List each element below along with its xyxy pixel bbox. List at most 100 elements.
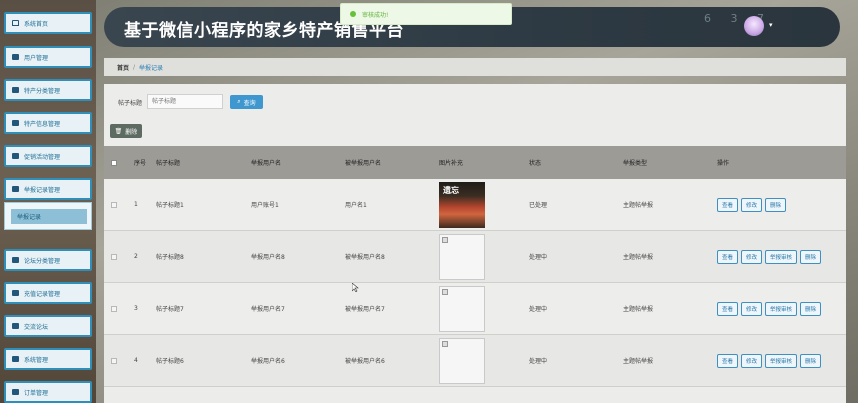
- box-icon: [12, 120, 19, 126]
- trash-icon: 🗑: [114, 127, 123, 135]
- table-body: 1 帖子标题1 用户账号1 用户名1 遗忘 已处理 主题帖举报 查看 修改 删除 2 帖子标题8 举报用…: [104, 179, 846, 387]
- col-header: 操作: [717, 160, 730, 167]
- col-header: 序号: [134, 160, 147, 167]
- row-reporter: 举报用户名8: [251, 254, 285, 261]
- sidebar-item-label: 特产分类管理: [24, 87, 61, 95]
- broken-image[interactable]: [439, 285, 485, 332]
- report-table: 序号 帖子标题 举报用户名 被举报用户名 图片补充 状态 举报类型 操作 1 帖子…: [104, 146, 846, 387]
- edit-button[interactable]: 修改: [741, 249, 763, 264]
- sidebar-item-label: 举报记录管理: [24, 186, 61, 194]
- row-report-type: 主题帖举报: [623, 306, 654, 313]
- sidebar-item[interactable]: 用户管理: [4, 46, 92, 68]
- action-group: 查看 修改 举报审核 删除: [717, 249, 822, 264]
- check-circle-icon: [350, 11, 356, 17]
- query-button-label: 查询: [243, 99, 256, 107]
- sidebar-item[interactable]: 举报记录管理: [4, 178, 92, 200]
- row-checkbox[interactable]: [111, 357, 117, 364]
- row-status: 处理中: [529, 254, 548, 261]
- row-index: 4: [134, 357, 138, 364]
- sidebar: 系统首页用户管理特产分类管理 特产信息管理促销活动管理举报记录管理 论坛分类管理 充值…: [0, 0, 96, 403]
- row-index: 2: [134, 253, 138, 260]
- row-reporter: 用户账号1: [251, 202, 279, 209]
- row-checkbox[interactable]: [111, 253, 117, 260]
- sidebar-item-label: 充值记录管理: [24, 290, 61, 298]
- broken-image[interactable]: [439, 233, 485, 280]
- header-checkbox-cell: [111, 146, 117, 179]
- sidebar-item[interactable]: 交流论坛: [4, 315, 92, 337]
- row-actions: 查看 修改 举报审核 删除: [717, 231, 822, 282]
- row-report-type: 主题帖举报: [623, 358, 654, 365]
- view-button[interactable]: 查看: [717, 301, 739, 316]
- row-actions: 查看 修改 举报审核 删除: [717, 335, 822, 386]
- breadcrumb-separator: /: [133, 63, 136, 71]
- sidebar-item-label: 订单管理: [24, 389, 49, 397]
- row-checkbox[interactable]: [111, 201, 117, 208]
- review-button[interactable]: 举报审核: [765, 353, 798, 368]
- action-group: 查看 修改 删除: [717, 197, 787, 212]
- list-icon: [12, 290, 19, 296]
- search-label: 帖子标题: [118, 100, 143, 107]
- edit-button[interactable]: 修改: [741, 197, 763, 212]
- col-header: 状态: [529, 160, 542, 167]
- sidebar-item-label: 交流论坛: [24, 323, 49, 331]
- broken-image-icon: [442, 236, 448, 243]
- review-button[interactable]: 举报审核: [765, 301, 798, 316]
- sidebar-item[interactable]: 论坛分类管理: [4, 249, 92, 271]
- row-reported: 被举报用户名7: [345, 306, 385, 313]
- report-icon: [12, 186, 19, 192]
- view-button[interactable]: 查看: [717, 197, 739, 212]
- table-row: 2 帖子标题8 举报用户名8 被举报用户名8 处理中 主题帖举报 查看 修改 举报审核 删除: [104, 231, 846, 283]
- sidebar-item[interactable]: 促销活动管理: [4, 145, 92, 167]
- query-button[interactable]: ⌕ 查询: [230, 95, 263, 109]
- view-button[interactable]: 查看: [717, 353, 739, 368]
- chevron-down-icon[interactable]: ▾: [769, 21, 773, 29]
- action-group: 查看 修改 举报审核 删除: [717, 301, 822, 316]
- breadcrumb-home[interactable]: 首页: [117, 63, 129, 72]
- report-image-text: 遗忘: [443, 185, 459, 195]
- row-checkbox-cell: [111, 283, 117, 334]
- sidebar-item[interactable]: 特产信息管理: [4, 112, 92, 134]
- sidebar-item[interactable]: 系统首页: [4, 12, 92, 34]
- row-report-type: 主题帖举报: [623, 202, 654, 209]
- submenu-item-report-records[interactable]: 举报记录: [11, 209, 87, 224]
- row-report-type: 主题帖举报: [623, 254, 654, 261]
- sidebar-item[interactable]: 充值记录管理: [4, 282, 92, 304]
- batch-delete-button[interactable]: 🗑 删除: [110, 124, 142, 138]
- sidebar-item-label: 论坛分类管理: [24, 257, 61, 265]
- search-input[interactable]: [147, 94, 223, 109]
- delete-button[interactable]: 删除: [800, 249, 822, 264]
- report-image[interactable]: 遗忘: [439, 181, 485, 228]
- user-icon: [12, 54, 19, 60]
- edit-button[interactable]: 修改: [741, 301, 763, 316]
- row-title: 帖子标题7: [156, 306, 184, 313]
- avatar[interactable]: [744, 16, 764, 36]
- row-index: 1: [134, 201, 138, 208]
- row-reporter: 举报用户名7: [251, 306, 285, 313]
- view-button[interactable]: 查看: [717, 249, 739, 264]
- select-all-checkbox[interactable]: [111, 159, 117, 166]
- sidebar-item[interactable]: 订单管理: [4, 381, 92, 403]
- delete-button[interactable]: 删除: [800, 301, 822, 316]
- row-image-cell: [439, 283, 485, 334]
- sidebar-item-label: 特产信息管理: [24, 120, 61, 128]
- broken-image[interactable]: [439, 337, 485, 384]
- col-header: 图片补充: [439, 160, 464, 167]
- success-toast: 审核成功!: [340, 3, 512, 25]
- edit-button[interactable]: 修改: [741, 353, 763, 368]
- review-button[interactable]: 举报审核: [765, 249, 798, 264]
- toast-text: 审核成功!: [362, 11, 389, 19]
- row-image-cell: 遗忘: [439, 179, 485, 230]
- row-reported: 被举报用户名6: [345, 358, 385, 365]
- list-icon: [12, 153, 19, 159]
- row-checkbox[interactable]: [111, 305, 117, 312]
- sidebar-item[interactable]: 特产分类管理: [4, 79, 92, 101]
- row-status: 处理中: [529, 306, 548, 313]
- delete-button-label: 删除: [125, 128, 138, 136]
- delete-button[interactable]: 删除: [765, 197, 787, 212]
- row-title: 帖子标题1: [156, 202, 184, 209]
- breadcrumb: 首页 / 举报记录: [104, 58, 846, 76]
- sidebar-item[interactable]: 系统管理: [4, 348, 92, 370]
- delete-button[interactable]: 删除: [800, 353, 822, 368]
- row-checkbox-cell: [111, 179, 117, 230]
- grid-icon: [12, 257, 19, 263]
